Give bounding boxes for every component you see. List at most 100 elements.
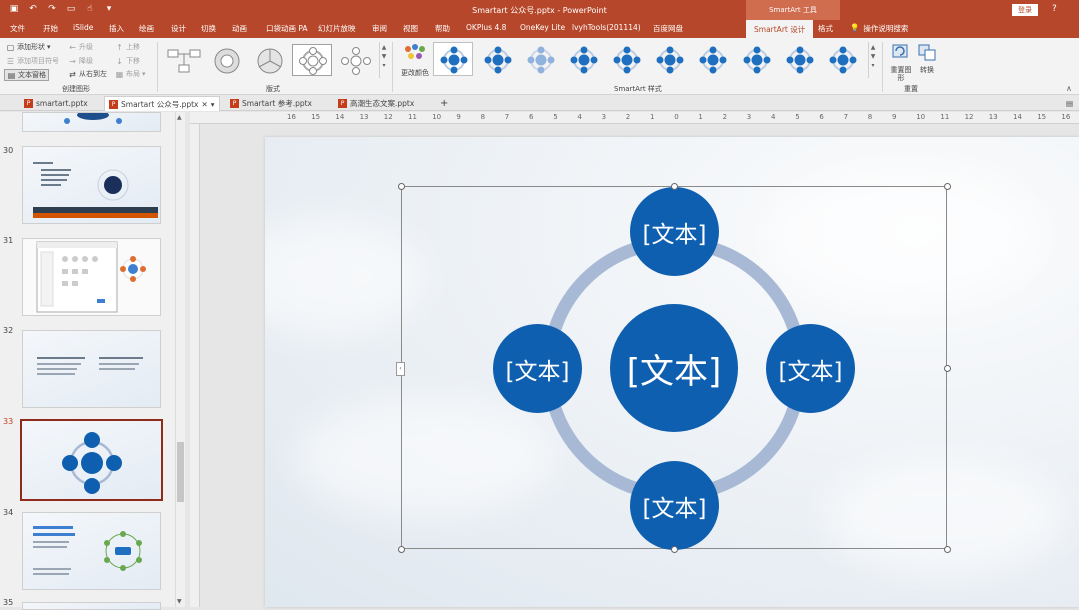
doc-tab-smartart-reference[interactable]: P Smartart 参考.pptx (226, 96, 316, 111)
tab-menu-icon[interactable]: ▾ (211, 100, 215, 109)
slide-thumbnail[interactable] (22, 602, 161, 610)
tab-list-icon[interactable]: ▤ (1062, 96, 1077, 111)
tab-slideshow[interactable]: 幻灯片放映 (318, 23, 356, 34)
tab-view[interactable]: 视图 (403, 23, 418, 34)
smartart-style-thumb[interactable] (649, 42, 689, 76)
center-node-text[interactable]: [文本] (627, 344, 722, 393)
text-pane-toggle[interactable]: ‹ (396, 362, 405, 376)
tab-draw[interactable]: 绘画 (139, 23, 154, 34)
tab-lvyhtools[interactable]: lvyhTools(201114) (572, 23, 641, 32)
tab-format[interactable]: 格式 (818, 23, 833, 34)
lightbulb-icon: 💡 (850, 23, 860, 32)
slide-thumbnail[interactable] (22, 330, 161, 408)
help-icon[interactable]: ? (1052, 4, 1057, 14)
smartart-bottom-node[interactable]: [文本] (630, 461, 719, 550)
layout-gallery-scroll[interactable]: ▲ ▼ ▾ (379, 42, 388, 78)
close-tab-icon[interactable]: ✕ (201, 100, 207, 109)
add-bullet-button[interactable]: ☰ 添加项目符号 (6, 56, 59, 66)
styles-gallery-scroll[interactable]: ▲ ▼ ▾ (868, 42, 877, 78)
change-colors-button[interactable]: 更改颜色 (398, 42, 432, 82)
resize-handle-top-right[interactable] (944, 183, 951, 190)
smartart-left-node[interactable]: [文本] (493, 324, 582, 413)
tab-animations[interactable]: 动画 (232, 23, 247, 34)
right-to-left-button[interactable]: ⇄ 从右到左 (68, 69, 107, 79)
ruler-tick-label: 14 (1013, 113, 1022, 121)
tab-onekey[interactable]: OneKey Lite (520, 23, 565, 32)
smartart-style-thumb[interactable] (692, 42, 732, 76)
layout-hierarchy-thumb[interactable] (163, 44, 203, 76)
smartart-style-thumb[interactable] (779, 42, 819, 76)
tab-islide[interactable]: iSlide (73, 23, 93, 32)
smartart-style-thumb[interactable] (736, 42, 776, 76)
smartart-style-thumb[interactable] (477, 42, 517, 76)
promote-button[interactable]: ← 升级 (68, 42, 93, 52)
tab-pocket-animation[interactable]: 口袋动画 PA (266, 23, 308, 34)
slide-thumbnail-current[interactable] (20, 419, 163, 501)
text-pane-button[interactable]: ▤ 文本窗格 (4, 69, 49, 81)
slide-thumbnail[interactable] (22, 146, 161, 224)
resize-handle-bottom[interactable] (671, 546, 678, 553)
doc-tab-ecology[interactable]: P 高潮生态文案.pptx (334, 96, 418, 111)
resize-handle-top[interactable] (671, 183, 678, 190)
slide-thumbnail[interactable] (22, 512, 161, 590)
smartart-center-node[interactable]: [文本] (610, 304, 738, 432)
layout-cross-thumb[interactable] (335, 44, 375, 76)
thumbnail-scrollbar[interactable]: ▲ ▼ (175, 112, 185, 607)
right-node-text[interactable]: [文本] (779, 352, 843, 386)
smartart-right-node[interactable]: [文本] (766, 324, 855, 413)
slide-thumbnail[interactable] (22, 238, 161, 316)
layout-radial-thumb[interactable] (292, 44, 332, 76)
convert-button[interactable]: 转换 (916, 42, 938, 82)
scroll-up-icon[interactable]: ▲ (177, 114, 182, 121)
bottom-node-text[interactable]: [文本] (643, 489, 707, 523)
smartart-style-thumb[interactable] (520, 42, 560, 76)
login-button[interactable]: 登录 (1012, 4, 1038, 16)
left-node-text[interactable]: [文本] (506, 352, 570, 386)
resize-handle-right[interactable] (944, 365, 951, 372)
tab-insert[interactable]: 插入 (109, 23, 124, 34)
title-bar: ▣ ↶ ↷ ▭ ☝ ▾ Smartart 公众号.pptx - PowerPoi… (0, 0, 1079, 20)
demote-button[interactable]: → 降级 (68, 56, 93, 66)
tab-smartart-design[interactable]: SmartArt 设计 (746, 20, 814, 38)
move-down-button[interactable]: ↓ 下移 (115, 56, 140, 66)
layout-cycle-thumb[interactable] (206, 44, 246, 76)
tab-help[interactable]: 帮助 (435, 23, 450, 34)
tab-home[interactable]: 开始 (43, 23, 58, 34)
smartart-top-node[interactable]: [文本] (630, 187, 719, 276)
tab-transitions[interactable]: 切换 (201, 23, 216, 34)
ruler-tick-label: 12 (383, 113, 393, 121)
ruler-tick-label: 6 (529, 113, 534, 121)
move-up-button[interactable]: ↑ 上移 (115, 42, 140, 52)
top-node-text[interactable]: [文本] (643, 215, 707, 249)
add-shape-button[interactable]: ▢ 添加形状 ▾ (6, 42, 51, 52)
layout-pie-thumb[interactable] (249, 44, 289, 76)
new-tab-icon[interactable]: + (436, 96, 452, 111)
ribbon: ▢ 添加形状 ▾ ☰ 添加项目符号 ▤ 文本窗格 ← 升级 → 降级 ⇄ 从右到左 ↑ 上移 ↓… (0, 38, 1079, 95)
scroll-down-icon[interactable]: ▼ (177, 598, 182, 605)
bullet-icon: ☰ (6, 56, 15, 66)
layout-button[interactable]: ▦ 布局 ▾ (115, 69, 146, 79)
tell-me-box[interactable]: 💡 操作说明搜索 (850, 23, 908, 34)
tab-review[interactable]: 审阅 (372, 23, 387, 34)
tab-file[interactable]: 文件 (10, 23, 25, 34)
smartart-style-thumb[interactable] (822, 42, 862, 76)
tab-design[interactable]: 设计 (171, 23, 186, 34)
window-title: Smartart 公众号.pptx - PowerPoint (472, 6, 607, 15)
tab-okplus[interactable]: OKPlus 4.8 (466, 23, 506, 32)
smartart-style-thumb[interactable] (606, 42, 646, 76)
tab-baidu-netdisk[interactable]: 百度网盘 (653, 23, 683, 34)
smartart-style-thumb[interactable] (433, 42, 473, 76)
smartart-style-thumb[interactable] (563, 42, 603, 76)
ruler-tick-label: 16 (1061, 113, 1071, 121)
doc-tab-smartart-gongzhonghao[interactable]: P Smartart 公众号.pptx ✕ ▾ (104, 96, 220, 111)
palette-icon (405, 44, 425, 59)
doc-tab-smartart[interactable]: Psmartart.pptx (20, 96, 92, 111)
reset-graphic-button[interactable]: 重置图形 (888, 42, 914, 82)
resize-handle-bottom-left[interactable] (398, 546, 405, 553)
scrollbar-thumb[interactable] (177, 442, 184, 502)
collapse-ribbon-icon[interactable]: ∧ (1066, 84, 1072, 93)
resize-handle-bottom-right[interactable] (944, 546, 951, 553)
ruler-tick-label: 3 (601, 113, 607, 121)
slide-thumbnail[interactable] (22, 112, 161, 132)
resize-handle-top-left[interactable] (398, 183, 405, 190)
